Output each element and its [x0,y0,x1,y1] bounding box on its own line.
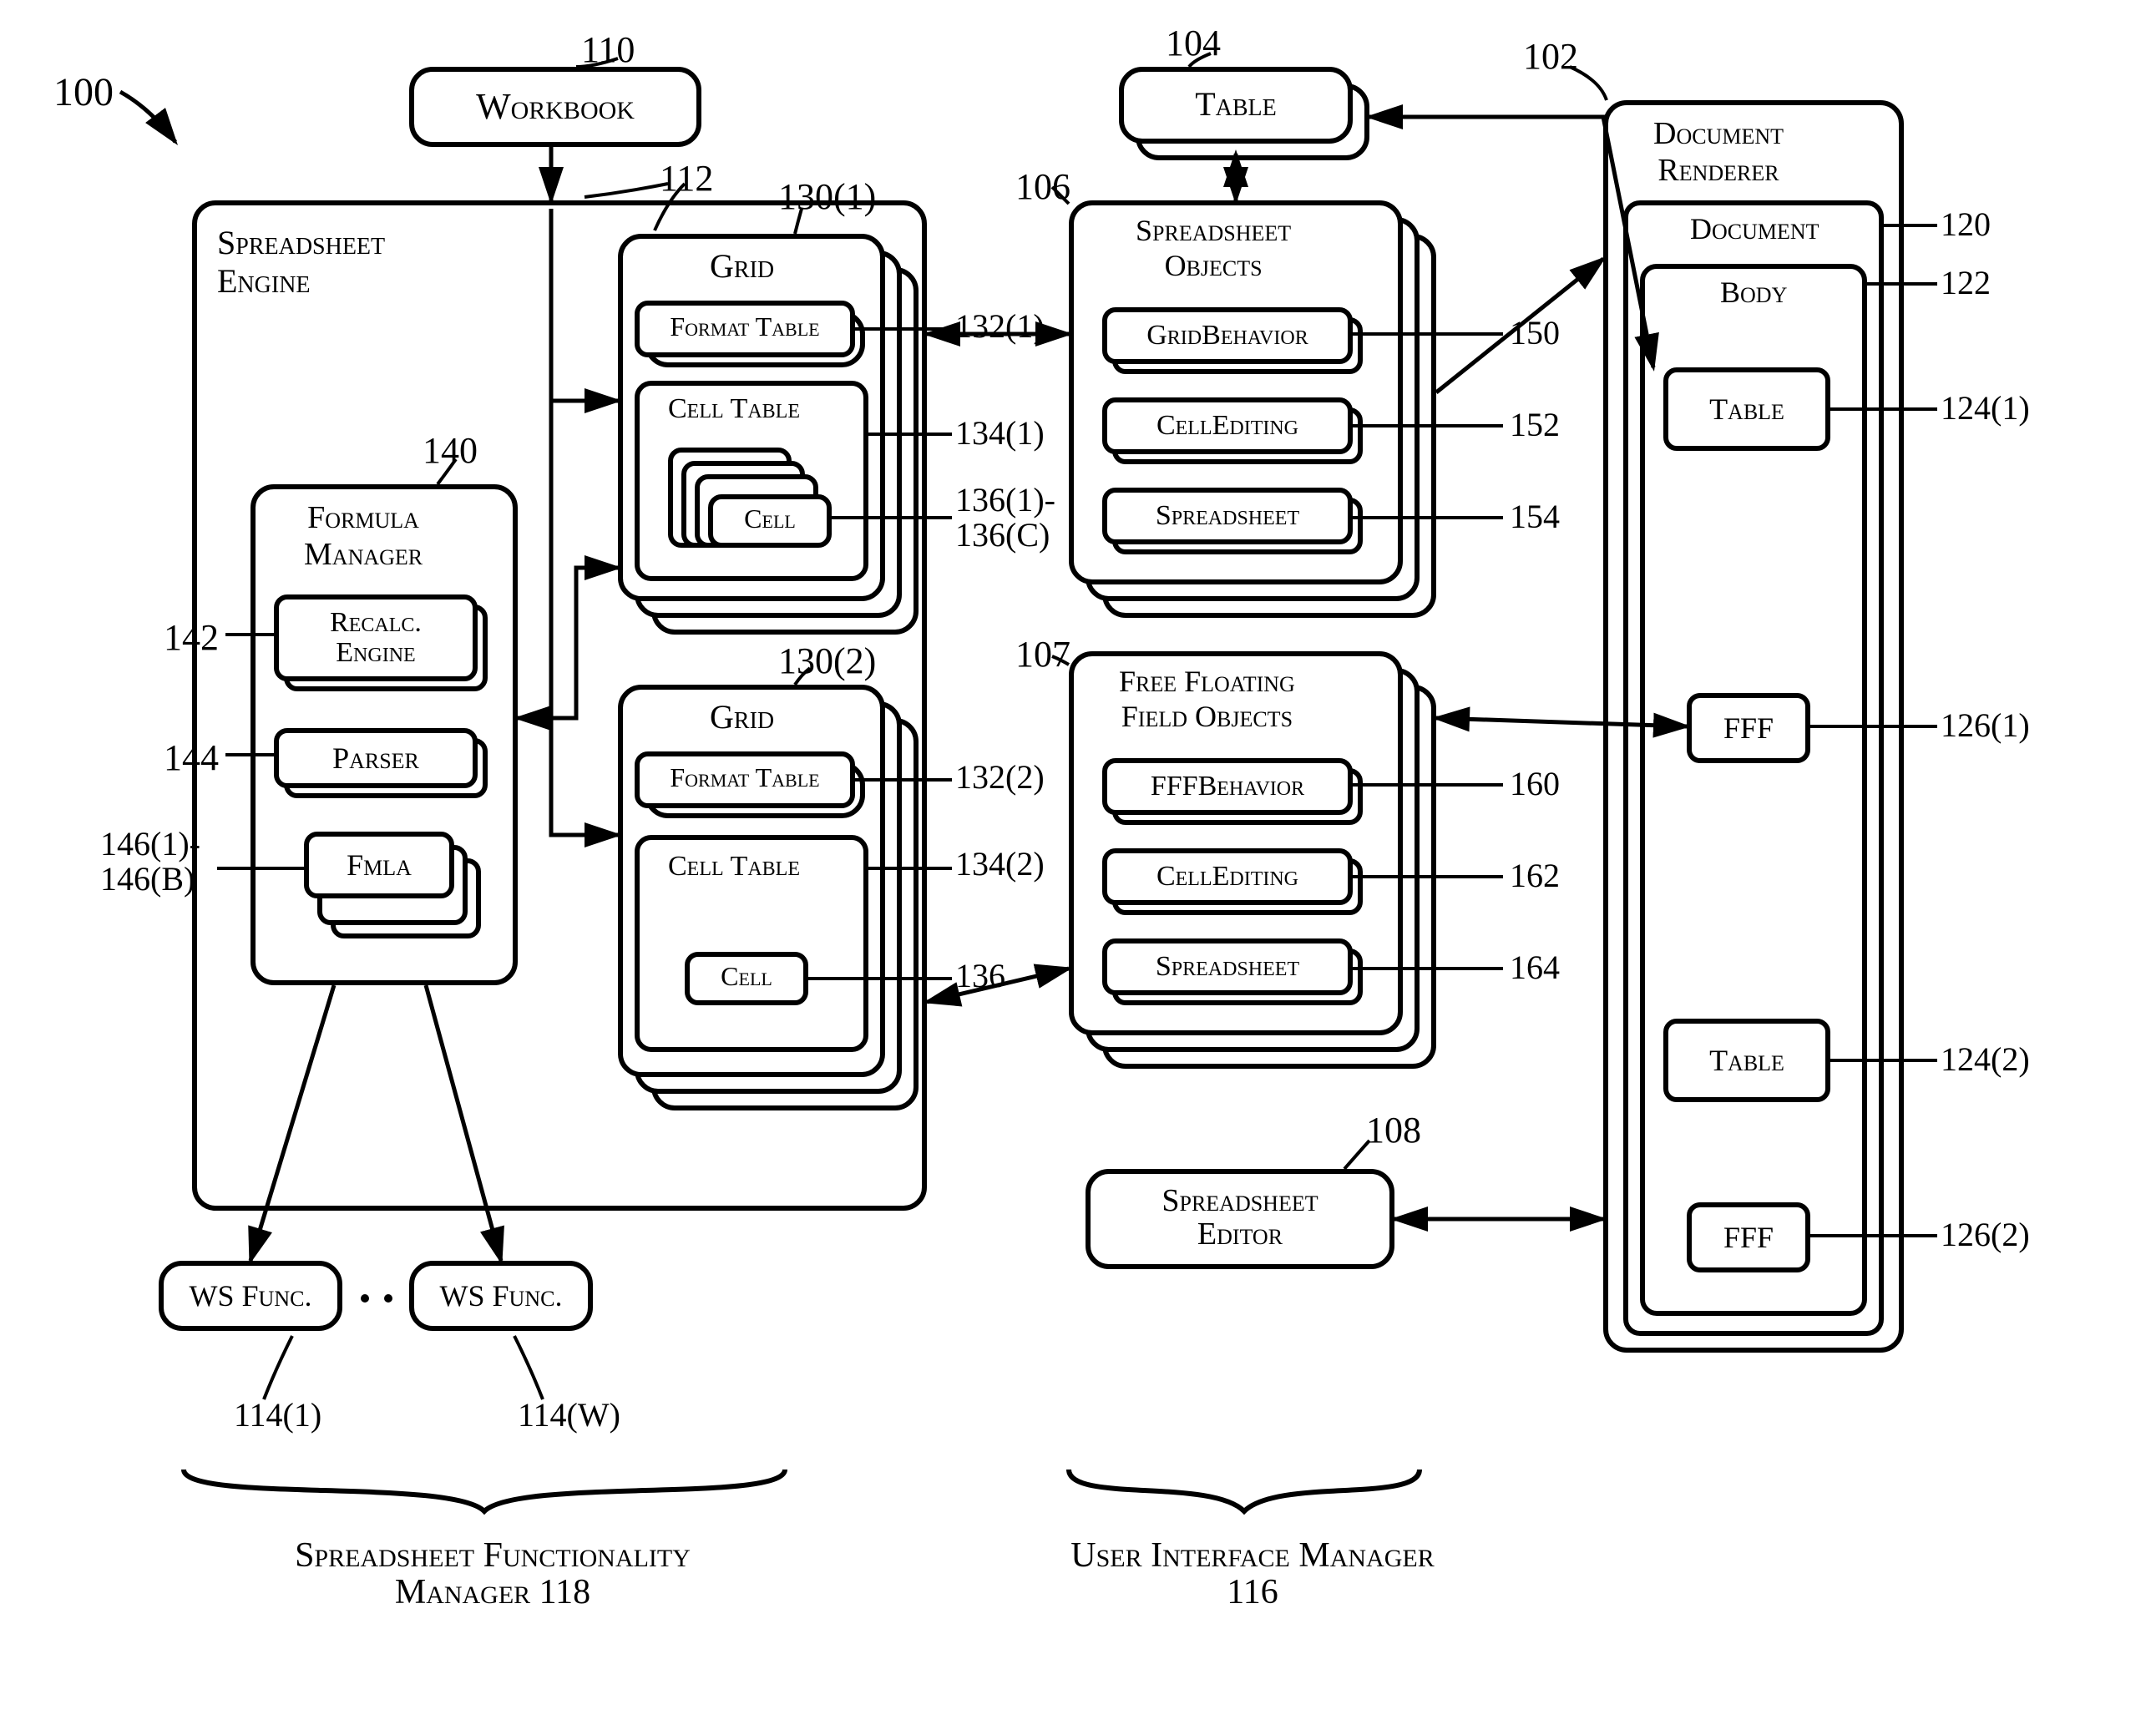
ref-124-2: 124(2) [1941,1044,2030,1079]
recalc-engine: Recalc. Engine [274,594,478,681]
ref-160: 160 [1510,768,1560,803]
cellediting1: CellEditing [1102,397,1353,454]
ref-114-w: 114(W) [518,1399,620,1434]
caption-118: Spreadsheet Functionality Manager 118 [267,1536,718,1610]
ref-140: 140 [423,431,478,469]
gridbehavior: GridBehavior [1102,307,1353,364]
ws-func-w: WS Func. [409,1261,593,1331]
ref-110: 110 [581,30,635,68]
caption-116: User Interface Manager 116 [1035,1536,1470,1610]
parser: Parser [274,728,478,788]
spreadsheet1: Spreadsheet [1102,488,1353,544]
ref-132-2: 132(2) [955,761,1045,797]
ref-114-1: 114(1) [234,1399,321,1434]
grid2-cell: Cell [685,952,808,1005]
dot1 [361,1294,369,1303]
ref-136: 136 [955,960,1005,995]
spreadsheet2: Spreadsheet [1102,938,1353,995]
ref-130-1: 130(1) [778,177,876,215]
ref-136-1c: 136(1)- 136(C) [955,484,1055,554]
ref-104: 104 [1166,23,1221,62]
ref-144: 144 [164,738,219,777]
grid1-cell: Cell [708,494,832,548]
dot2 [384,1294,392,1303]
ref-120: 120 [1941,209,1991,244]
grid2-cell-table-title: Cell Table [668,852,800,882]
fff-objects-title: Free Floating Field Objects [1119,665,1295,735]
ref-134-1: 134(1) [955,417,1045,453]
ref-108: 108 [1366,1110,1421,1149]
grid2-format-table: Format Table [635,751,855,808]
grid2-title: Grid [710,701,774,736]
ref-126-2: 126(2) [1941,1219,2030,1254]
ws-func-1: WS Func. [159,1261,342,1331]
ref-152: 152 [1510,409,1560,444]
ref-162: 162 [1510,860,1560,895]
ref-142: 142 [164,618,219,656]
fffbehavior: FFFBehavior [1102,758,1353,815]
table104: Table [1119,67,1353,144]
ref-124-1: 124(1) [1941,392,2030,427]
ref-102: 102 [1523,37,1578,75]
ref-112: 112 [660,159,713,197]
body-fff2: FFF [1687,1202,1810,1272]
ref-126-1: 126(1) [1941,710,2030,745]
fmla: Fmla [304,832,454,898]
ref-164: 164 [1510,952,1560,987]
spreadsheet-engine-title: Spreadsheet Engine [217,225,385,302]
ref-100: 100 [53,73,114,115]
ref-154: 154 [1510,501,1560,536]
ref-132-1: 132(1) [955,311,1045,346]
ref-146: 146(1)- 146(B) [100,828,200,898]
spreadsheet-objects-title: Spreadsheet Objects [1136,214,1291,284]
body-table2: Table [1663,1019,1830,1102]
ref-134-2: 134(2) [955,848,1045,883]
document-renderer-title: Document Renderer [1653,117,1784,190]
workbook-box: Workbook [409,67,701,147]
ref-122: 122 [1941,267,1991,302]
grid1-title: Grid [710,250,774,286]
document-title: Document [1690,214,1819,245]
grid1-format-table: Format Table [635,301,855,357]
body-title: Body [1720,277,1787,309]
ref-107: 107 [1015,635,1070,673]
ref-130-2: 130(2) [778,641,876,680]
body-table1: Table [1663,367,1830,451]
ref-106: 106 [1015,167,1070,205]
cellediting2: CellEditing [1102,848,1353,905]
body-fff1: FFF [1687,693,1810,763]
grid1-cell-table-title: Cell Table [668,394,800,424]
ref-150: 150 [1510,317,1560,352]
spreadsheet-editor: Spreadsheet Editor [1086,1169,1394,1269]
formula-manager-title: Formula Manager [304,501,423,574]
